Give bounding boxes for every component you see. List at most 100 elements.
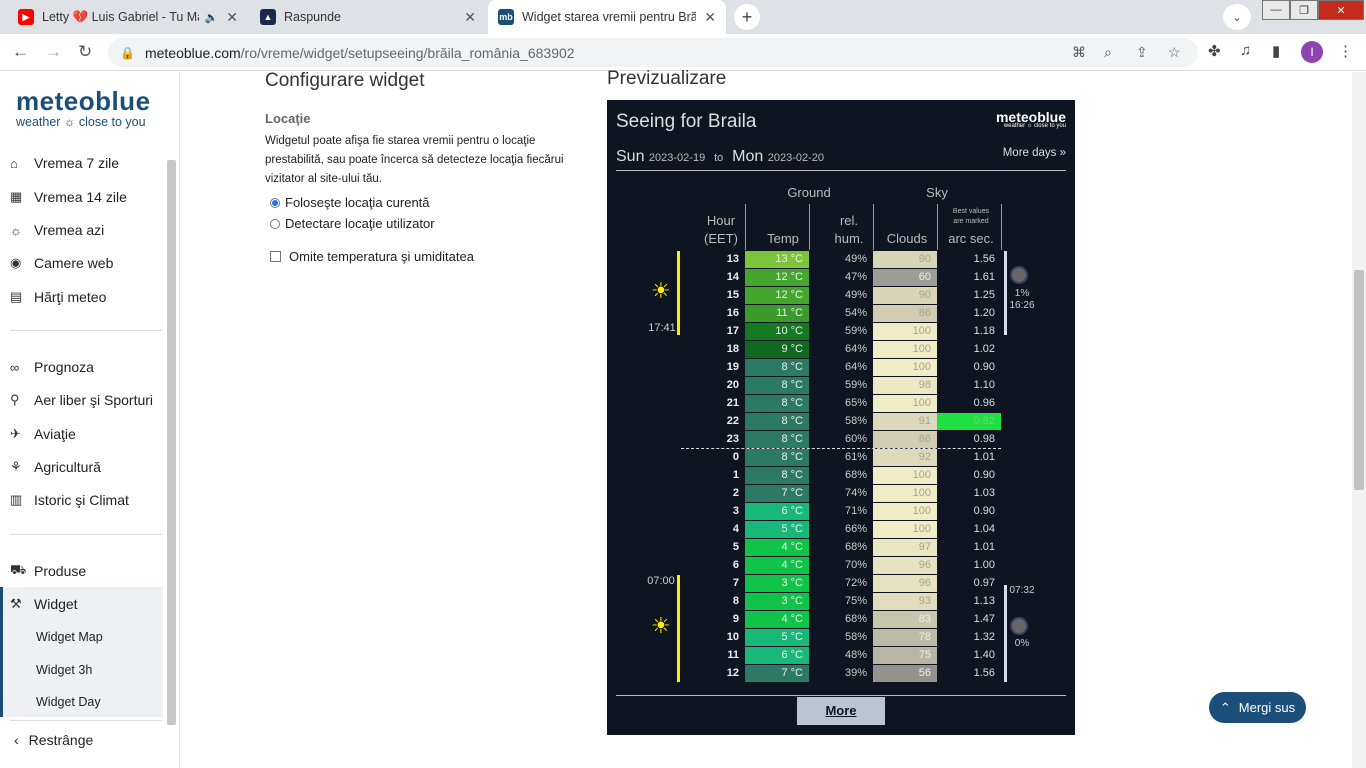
extensions-icon[interactable]: ✤	[1208, 42, 1221, 60]
cart-icon: ⛟	[10, 562, 27, 577]
sidebar-subitem-widget-3h[interactable]: Widget 3h	[36, 663, 92, 677]
moon2-pct: 0%	[1014, 638, 1030, 649]
home-icon: ⌂	[10, 155, 18, 171]
sidebar-item-agriculture[interactable]: ⚘ Agricultură	[10, 459, 101, 475]
hour-cell: 19	[726, 361, 739, 373]
radio-button[interactable]	[270, 218, 280, 229]
more-days-link[interactable]: More days »	[1003, 147, 1066, 159]
arc-sec-cell: 1.25	[973, 289, 995, 301]
sidebar-item-webcams[interactable]: ◉ Camere web	[10, 255, 113, 271]
sun-bar-evening	[677, 251, 680, 335]
profile-avatar[interactable]: I	[1301, 41, 1323, 63]
logo-name: meteoblue	[16, 86, 151, 116]
humidity-cell: 49%	[844, 253, 867, 265]
back-icon[interactable]: ←	[12, 42, 29, 62]
clouds-cell: 100	[873, 341, 937, 358]
sidebar-item-aviation[interactable]: ✈ Aviaţie	[10, 426, 76, 442]
clouds-cell: 93	[873, 593, 937, 610]
header-hour: Hour	[706, 213, 736, 228]
sidebar-item-forecast[interactable]: ∞ Prognoza	[10, 359, 94, 375]
sun-icon: ☀	[651, 613, 671, 638]
page-scrollbar-thumb[interactable]	[1354, 270, 1364, 490]
close-window-button[interactable]: ✕	[1318, 0, 1364, 20]
temp-cell: 8 °C	[745, 377, 809, 394]
tab-title: Raspunde	[284, 10, 341, 24]
lock-icon: 🔒	[120, 45, 135, 60]
share-icon[interactable]: ⇪	[1136, 44, 1148, 61]
header-sky: Sky	[926, 185, 948, 200]
sidebar-subitem-widget-day[interactable]: Widget Day	[36, 695, 101, 709]
side-panel-icon[interactable]: ▮	[1272, 42, 1280, 60]
sidebar-item-today[interactable]: ☼ Vremea azi	[10, 222, 104, 238]
tab-widget[interactable]: mb Widget starea vremii pentru Brăil ✕	[488, 0, 726, 34]
media-control-icon[interactable]: ♫	[1240, 42, 1251, 59]
tab-youtube[interactable]: ▶ Letty 💔 Luis Gabriel - Tu Ma 🔈 ✕	[8, 0, 248, 34]
humidity-cell: 65%	[844, 397, 867, 409]
header-clouds: Clouds	[886, 231, 928, 246]
agriculture-icon: ⚘	[10, 459, 22, 474]
new-tab-button[interactable]: +	[734, 4, 760, 30]
midnight-divider	[681, 448, 1001, 449]
checkbox[interactable]	[270, 251, 281, 262]
header-rel: rel.	[839, 213, 859, 228]
hour-cell: 1	[732, 469, 739, 481]
arc-sec-cell: 1.02	[973, 343, 995, 355]
go-top-button[interactable]: ⌃ Mergi sus	[1209, 692, 1306, 723]
checkbox-omit-temp[interactable]: Omite temperatura şi umiditatea	[270, 249, 474, 264]
radio-detect-location[interactable]: Detectare locaţie utilizator	[270, 216, 435, 231]
sidebar-item-history[interactable]: ▥ Istoric şi Climat	[10, 492, 129, 508]
humidity-cell: 58%	[844, 415, 867, 427]
reload-icon[interactable]: ↻	[78, 42, 92, 62]
temp-cell: 10 °C	[745, 323, 809, 340]
humidity-cell: 60%	[844, 433, 867, 445]
clouds-cell: 83	[873, 611, 937, 628]
tab-search-button[interactable]: ⌄	[1223, 4, 1251, 30]
arc-sec-cell: 1.13	[973, 595, 995, 607]
sidebar-item-widget[interactable]: ⚒ Widget	[10, 596, 78, 612]
sidebar-item-products[interactable]: ⛟ Produse	[10, 562, 86, 580]
temp-cell: 4 °C	[745, 539, 809, 556]
close-tab-icon[interactable]: ✕	[226, 9, 238, 26]
clouds-cell: 78	[873, 629, 937, 646]
radio-button[interactable]	[270, 197, 280, 208]
sunrise-time: 07:00	[647, 575, 675, 587]
temp-cell: 11 °C	[745, 305, 809, 322]
sidebar-item-7days[interactable]: ⌂ Vremea 7 zile	[10, 155, 119, 171]
url-bar[interactable]: 🔒 meteoblue.com/ro/vreme/widget/setupsee…	[108, 38, 1198, 67]
speaker-icon[interactable]: 🔈	[205, 11, 219, 24]
temp-cell: 13 °C	[745, 251, 809, 268]
sun-bar-morning	[677, 575, 680, 682]
forward-icon[interactable]: →	[45, 42, 62, 62]
humidity-cell: 68%	[844, 541, 867, 553]
close-tab-icon[interactable]: ✕	[704, 9, 716, 26]
sunset-time: 17:41	[648, 322, 676, 334]
humidity-cell: 68%	[844, 469, 867, 481]
sidebar-item-maps[interactable]: ▤ Hărţi meteo	[10, 289, 106, 305]
minimize-button[interactable]: —	[1262, 0, 1290, 20]
hour-cell: 9	[732, 613, 739, 625]
sidebar-item-14days[interactable]: ▦ Vremea 14 zile	[10, 189, 127, 205]
temp-cell: 6 °C	[745, 503, 809, 520]
meteoblue-logo[interactable]: meteoblue weather ☼ close to you	[16, 86, 151, 129]
more-button[interactable]: More	[797, 697, 885, 725]
close-tab-icon[interactable]: ✕	[464, 9, 476, 26]
maximize-button[interactable]: ❐	[1290, 0, 1318, 20]
arc-sec-cell: 0.82	[937, 413, 1001, 430]
column-divider	[809, 204, 810, 250]
sidebar-item-outdoor[interactable]: ⚲ Aer liber şi Sporturi	[10, 392, 153, 408]
webcam-icon: ◉	[10, 255, 22, 270]
sidebar-scrollbar[interactable]	[167, 160, 176, 725]
arc-sec-cell: 1.56	[973, 667, 995, 679]
clouds-cell: 96	[873, 557, 937, 574]
widget-logo[interactable]: meteoblue weather ☼ close to you	[996, 109, 1066, 129]
zoom-icon[interactable]: ⌕	[1104, 44, 1112, 61]
radio-current-location[interactable]: Foloseşte locaţia curentă	[270, 195, 430, 210]
tab-raspunde[interactable]: ▲ Raspunde ✕	[250, 0, 486, 34]
youtube-icon: ▶	[18, 9, 34, 25]
bookmark-star-icon[interactable]: ☆	[1168, 44, 1181, 61]
arc-sec-cell: 0.90	[973, 469, 995, 481]
collapse-sidebar-button[interactable]: ‹ Restrânge	[14, 732, 93, 748]
menu-icon[interactable]: ⋮	[1338, 42, 1353, 60]
translate-icon[interactable]: ⌘	[1072, 44, 1086, 61]
sidebar-subitem-widget-map[interactable]: Widget Map	[36, 630, 103, 644]
